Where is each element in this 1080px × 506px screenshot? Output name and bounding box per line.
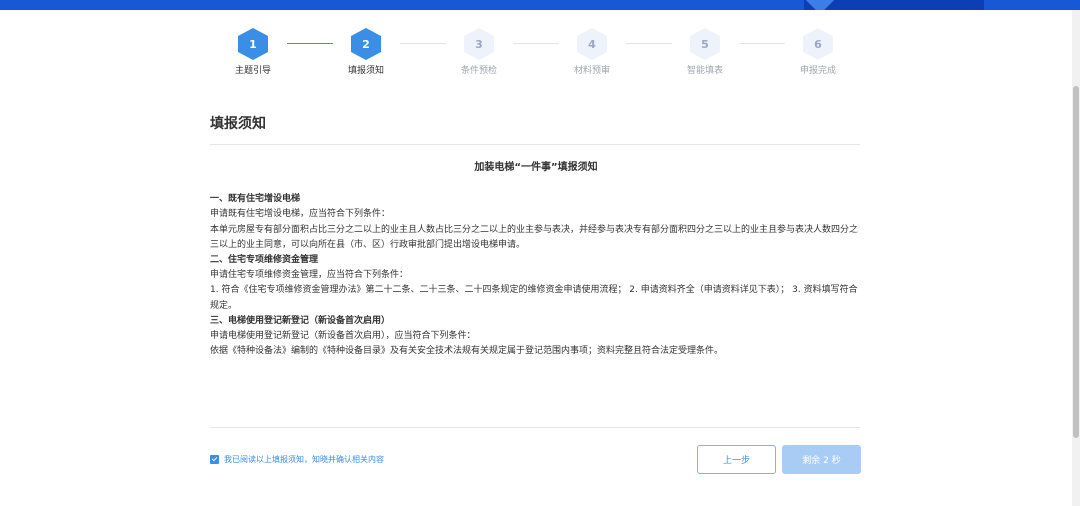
progress-steps: 1 主题引导 2 填报须知 3 条件预检 4 材料预审 5 智能填表 6 申报完… (0, 28, 1080, 78)
section-text: 依据《特种设备法》编制的《特种设备目录》及有关安全技术法规有关规定属于登记范围内… (210, 346, 724, 357)
notice-document: 加装电梯“一件事”填报须知 一、既有住宅增设电梯 申请既有住宅增设电梯，应当符合… (210, 160, 862, 359)
step-2: 2 填报须知 (326, 28, 406, 76)
step-4: 4 材料预审 (552, 28, 632, 76)
step-number-badge: 1 (238, 28, 268, 60)
scrollbar-thumb[interactable] (1073, 86, 1079, 438)
step-number-badge: 5 (690, 28, 720, 60)
step-3: 3 条件预检 (439, 28, 519, 76)
section-heading: 一、既有住宅增设电梯 (210, 194, 301, 205)
section-heading: 二、住宅专项维修资金管理 (210, 255, 319, 266)
step-label: 条件预检 (460, 66, 497, 76)
step-6: 6 申报完成 (778, 28, 858, 76)
step-5: 5 智能填表 (665, 28, 745, 76)
page-scrollbar[interactable] (1072, 10, 1080, 506)
section-text: 申请既有住宅增设电梯，应当符合下列条件： (210, 209, 391, 220)
notice-title: 加装电梯“一件事”填报须知 (474, 162, 598, 173)
section-heading: 三、电梯使用登记新登记（新设备首次启用） (210, 315, 391, 326)
next-step-countdown-button[interactable]: 剩余 2 秒 (782, 445, 861, 474)
step-number-badge: 6 (803, 28, 833, 60)
previous-step-button[interactable]: 上一步 (697, 445, 776, 474)
agreement-checkbox[interactable] (210, 455, 219, 464)
agreement-checkbox-row[interactable]: 我已阅读以上填报须知，知晓并确认相关内容 (210, 454, 384, 465)
page-title: 填报须知 (210, 116, 266, 132)
section-text: 申请电梯使用登记新登记（新设备首次启用），应当符合下列条件： (210, 331, 476, 342)
section-text: 1. 符合《住宅专项维修资金管理办法》第二十二条、二十三条、二十四条规定的维修资… (210, 285, 858, 311)
step-number-badge: 2 (351, 28, 381, 60)
step-label: 材料预审 (573, 66, 610, 76)
footer-divider (210, 427, 860, 428)
step-label: 智能填表 (686, 66, 723, 76)
step-label: 主题引导 (234, 66, 271, 76)
step-number-badge: 3 (464, 28, 494, 60)
section-text: 申请住宅专项维修资金管理，应当符合下列条件： (210, 270, 409, 281)
step-label: 填报须知 (347, 66, 384, 76)
step-label: 申报完成 (799, 66, 836, 76)
top-banner (0, 0, 1080, 10)
title-divider (210, 144, 860, 145)
step-1: 1 主题引导 (213, 28, 293, 76)
agreement-text: 我已阅读以上填报须知，知晓并确认相关内容 (224, 455, 384, 464)
section-text: 本单元房屋专有部分面积占比三分之二以上的业主且人数占比三分之二以上的业主参与表决… (210, 224, 859, 250)
step-number-badge: 4 (577, 28, 607, 60)
